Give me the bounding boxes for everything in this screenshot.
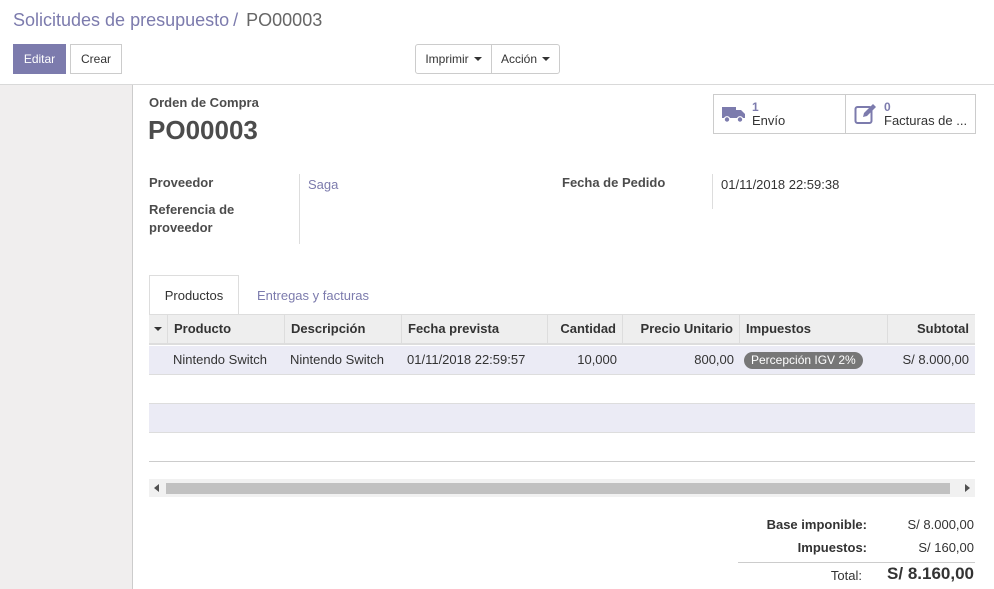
truck-icon [722,103,746,125]
column-header-subtotal[interactable]: Subtotal [888,315,975,343]
untaxed-amount-value: S/ 8.000,00 [907,517,975,532]
create-button[interactable]: Crear [70,44,122,74]
edit-button[interactable]: Editar [13,44,66,74]
cell-taxes: Percepción IGV 2% [744,346,888,375]
action-label: Acción [500,52,538,66]
bills-label: Facturas de ... [884,114,968,128]
total-value: S/ 8.160,00 [887,564,974,583]
cell-quantity: 10,000 [577,352,617,367]
control-panel: Solicitudes de presupuesto / PO00003 Edita… [0,0,994,85]
field-divider [299,174,300,244]
bills-count: 0 [884,100,891,114]
column-options-handle[interactable] [149,315,168,343]
cell-description: Nintendo Switch [290,352,384,367]
form-sheet: Orden de Compra PO00003 1 Envío 0 Factur… [133,85,994,589]
table-row-empty [149,404,975,433]
column-header-date[interactable]: Fecha prevista [402,315,548,343]
scroll-right-arrow-icon[interactable] [959,479,975,497]
bills-smart-button[interactable]: 0 Facturas de ... [845,94,976,134]
scroll-left-arrow-icon[interactable] [149,479,165,497]
taxes-amount-label: Impuestos: [797,540,867,555]
edit-icon [854,103,878,125]
order-date-value: 01/11/2018 22:59:38 [721,177,840,192]
print-label: Imprimir [425,52,469,66]
column-header-taxes[interactable]: Impuestos [740,315,888,343]
shipment-label: Envío [752,114,786,128]
order-lines-table: Producto Descripción Fecha prevista Cant… [149,314,975,462]
notebook-tabs: Productos Entregas y facturas [149,275,975,315]
document-name: PO00003 [148,115,258,145]
shipment-count: 1 [752,100,759,114]
table-header: Producto Descripción Fecha prevista Cant… [149,315,975,345]
vendor-reference-label-line2: proveedor [149,220,213,235]
table-row[interactable]: Nintendo Switch Nintendo Switch 01/11/20… [149,346,975,375]
vendor-reference-label-line1: Referencia de [149,202,235,217]
totals-divider [738,562,975,563]
tab-products[interactable]: Productos [149,275,239,315]
breadcrumb-parent-link[interactable]: Solicitudes de presupuesto [13,10,229,30]
cell-product: Nintendo Switch [173,352,267,367]
breadcrumb: Solicitudes de presupuesto / PO00003 [13,10,322,31]
breadcrumb-current: PO00003 [246,10,323,30]
column-header-quantity[interactable]: Cantidad [548,315,623,343]
shipment-smart-button[interactable]: 1 Envío [713,94,846,134]
table-row-empty [149,433,975,462]
order-date-label: Fecha de Pedido [562,175,666,190]
tab-deliveries-invoices[interactable]: Entregas y facturas [247,275,379,315]
column-header-description[interactable]: Descripción [285,315,402,343]
table-row-empty [149,375,975,404]
table-footer [149,461,975,462]
caret-down-icon [154,327,162,331]
tax-badge: Percepción IGV 2% [744,352,863,369]
cell-date: 01/11/2018 22:59:57 [407,352,526,367]
horizontal-scrollbar[interactable] [149,479,975,497]
chevron-down-icon [542,57,551,61]
scrollbar-thumb[interactable] [166,483,950,494]
untaxed-amount-label: Base imponible: [766,517,867,532]
taxes-amount-value: S/ 160,00 [918,540,974,555]
cell-subtotal: S/ 8.000,00 [902,352,970,367]
vendor-value-link[interactable]: Saga [308,177,338,192]
total-label: Total: [830,568,862,583]
column-header-unit-price[interactable]: Precio Unitario [623,315,740,343]
action-dropdown-button[interactable]: Acción [491,44,560,74]
document-type: Orden de Compra [149,95,259,110]
print-dropdown-button[interactable]: Imprimir [415,44,492,74]
form-background [0,85,133,589]
vendor-label: Proveedor [149,175,214,190]
column-header-product[interactable]: Producto [168,315,285,343]
vendor-reference-label: Referencia de proveedor [149,201,234,237]
cell-unit-price: 800,00 [694,352,734,367]
breadcrumb-separator: / [233,10,239,30]
field-divider [712,174,713,209]
chevron-down-icon [473,57,482,61]
